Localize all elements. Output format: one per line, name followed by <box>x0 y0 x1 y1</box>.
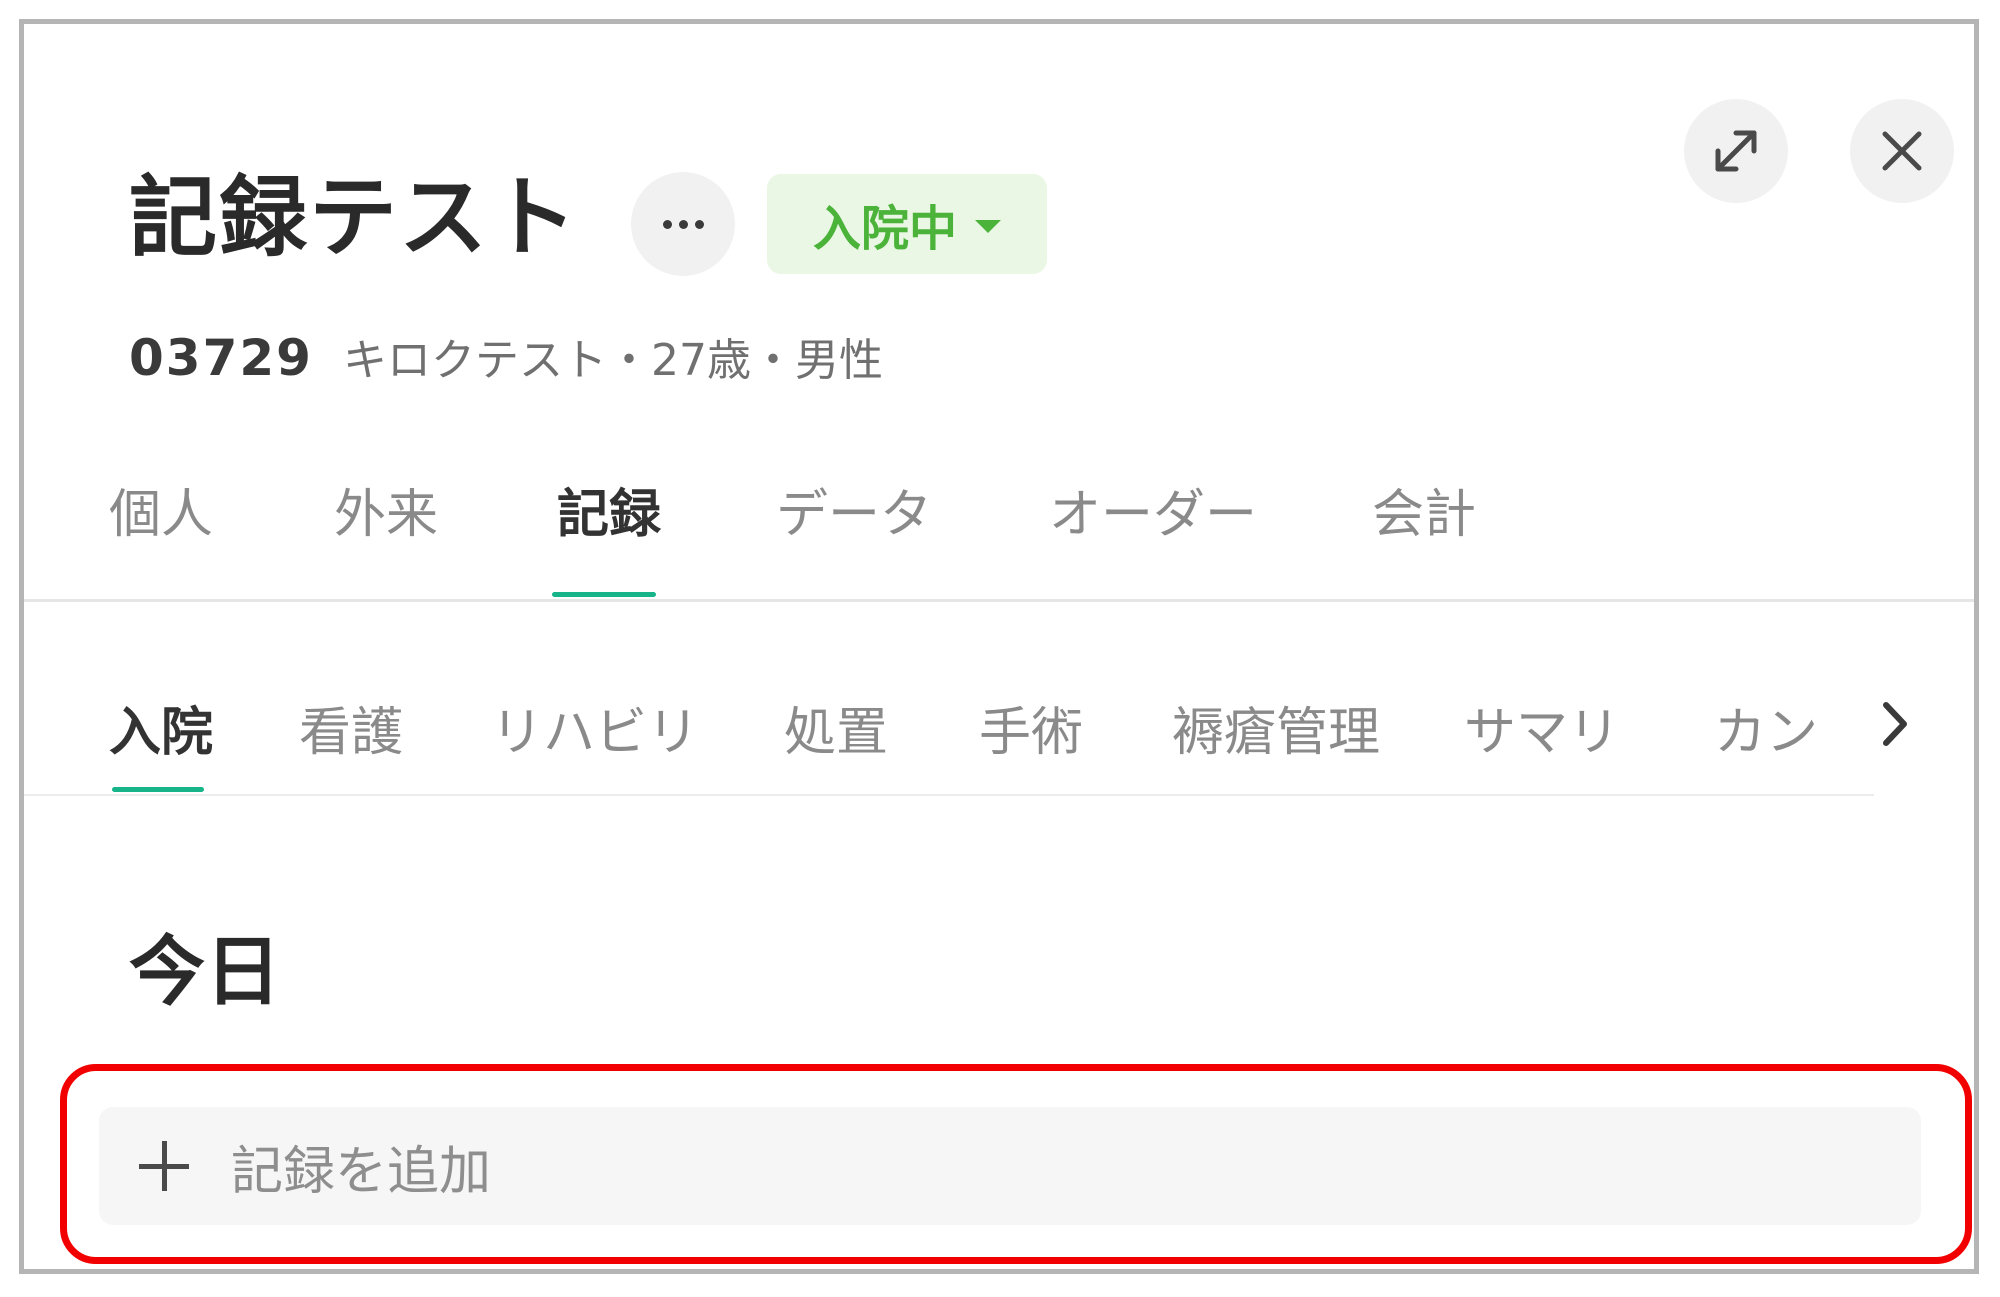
main-tab-bar: 個人 外来 記録 データ オーダー 会計 <box>24 464 1974 602</box>
close-icon <box>1882 131 1922 171</box>
expand-icon <box>1715 130 1757 172</box>
subtab-admission[interactable]: 入院 <box>109 702 213 764</box>
subtab-pressure-ulcer[interactable]: 褥瘡管理 <box>1172 702 1380 764</box>
active-tab-indicator <box>552 592 656 597</box>
more-dots-icon <box>662 219 672 229</box>
subtab-summary[interactable]: サマリ <box>1464 702 1620 764</box>
status-label: 入院中 <box>812 201 957 257</box>
active-subtab-indicator <box>112 787 204 792</box>
add-record-label: 記録を追加 <box>231 1141 492 1202</box>
patient-id: 03729 <box>129 329 313 387</box>
chevron-right-icon <box>1883 702 1907 746</box>
tab-outpatient[interactable]: 外来 <box>334 484 438 546</box>
close-button[interactable] <box>1850 99 1954 203</box>
subtab-nursing[interactable]: 看護 <box>299 702 403 764</box>
tab-records[interactable]: 記録 <box>557 484 661 546</box>
sub-tab-bar: 入院 看護 リハビリ 処置 手術 褥瘡管理 サマリ カン <box>24 684 1874 796</box>
patient-name: 記録テスト <box>129 166 580 269</box>
tab-personal[interactable]: 個人 <box>109 484 213 546</box>
section-heading-today: 今日 <box>129 927 281 1016</box>
plus-icon <box>139 1141 189 1191</box>
add-record-button[interactable]: 記録を追加 <box>99 1107 1921 1225</box>
more-options-button[interactable] <box>631 172 735 276</box>
subtab-conference[interactable]: カン <box>1714 702 1818 764</box>
expand-button[interactable] <box>1684 99 1788 203</box>
patient-panel: 記録テスト 入院中 03729 キロクテスト・27歳・男性 個人 外来 記録 デ… <box>19 19 1979 1274</box>
tab-billing[interactable]: 会計 <box>1372 484 1476 546</box>
status-dropdown[interactable]: 入院中 <box>767 174 1047 274</box>
subtab-scroll-right-button[interactable] <box>1864 694 1924 754</box>
more-dots-icon-dot-2 <box>678 219 688 229</box>
tab-data[interactable]: データ <box>776 484 932 546</box>
subtab-treatment[interactable]: 処置 <box>784 702 888 764</box>
subtab-rehab[interactable]: リハビリ <box>491 702 699 764</box>
patient-info: キロクテスト・27歳・男性 <box>342 335 883 386</box>
tab-orders[interactable]: オーダー <box>1049 484 1257 546</box>
caret-down-icon <box>975 219 1001 233</box>
patient-meta: 03729 キロクテスト・27歳・男性 <box>129 324 883 387</box>
more-dots-icon-dot-3 <box>694 219 704 229</box>
subtab-surgery[interactable]: 手術 <box>979 702 1083 764</box>
